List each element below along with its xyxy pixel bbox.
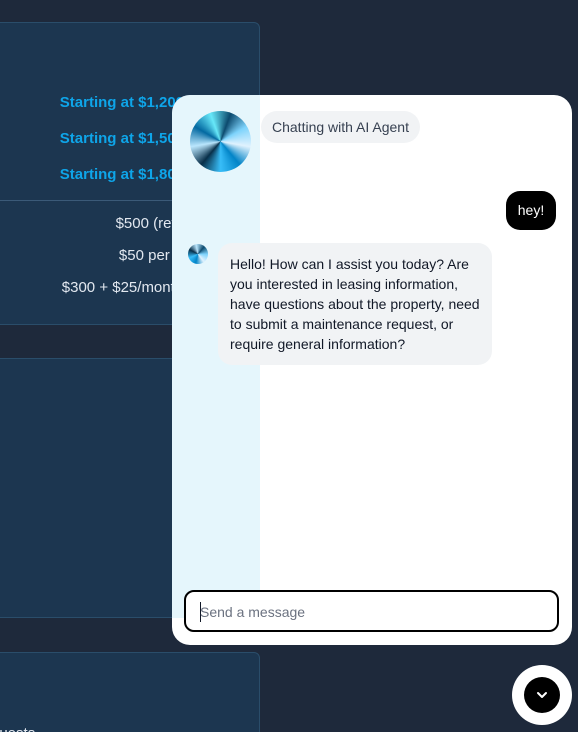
agent-message: Hello! How can I assist you today? Are y…: [218, 243, 492, 365]
amenities-partial-text: guests: [0, 725, 35, 732]
chat-status-label: Chatting with AI Agent: [261, 111, 420, 143]
user-message: hey!: [506, 191, 556, 230]
agent-avatar: [190, 111, 251, 172]
chat-launcher-button[interactable]: [512, 665, 572, 725]
launcher-icon-circle[interactable]: [524, 677, 560, 713]
chat-window: [172, 95, 572, 645]
message-input[interactable]: [200, 601, 540, 623]
message-composer[interactable]: [184, 590, 559, 632]
amenities-card: guests: [0, 652, 260, 732]
chevron-down-icon: [537, 692, 547, 698]
agent-message-avatar: [188, 244, 208, 264]
